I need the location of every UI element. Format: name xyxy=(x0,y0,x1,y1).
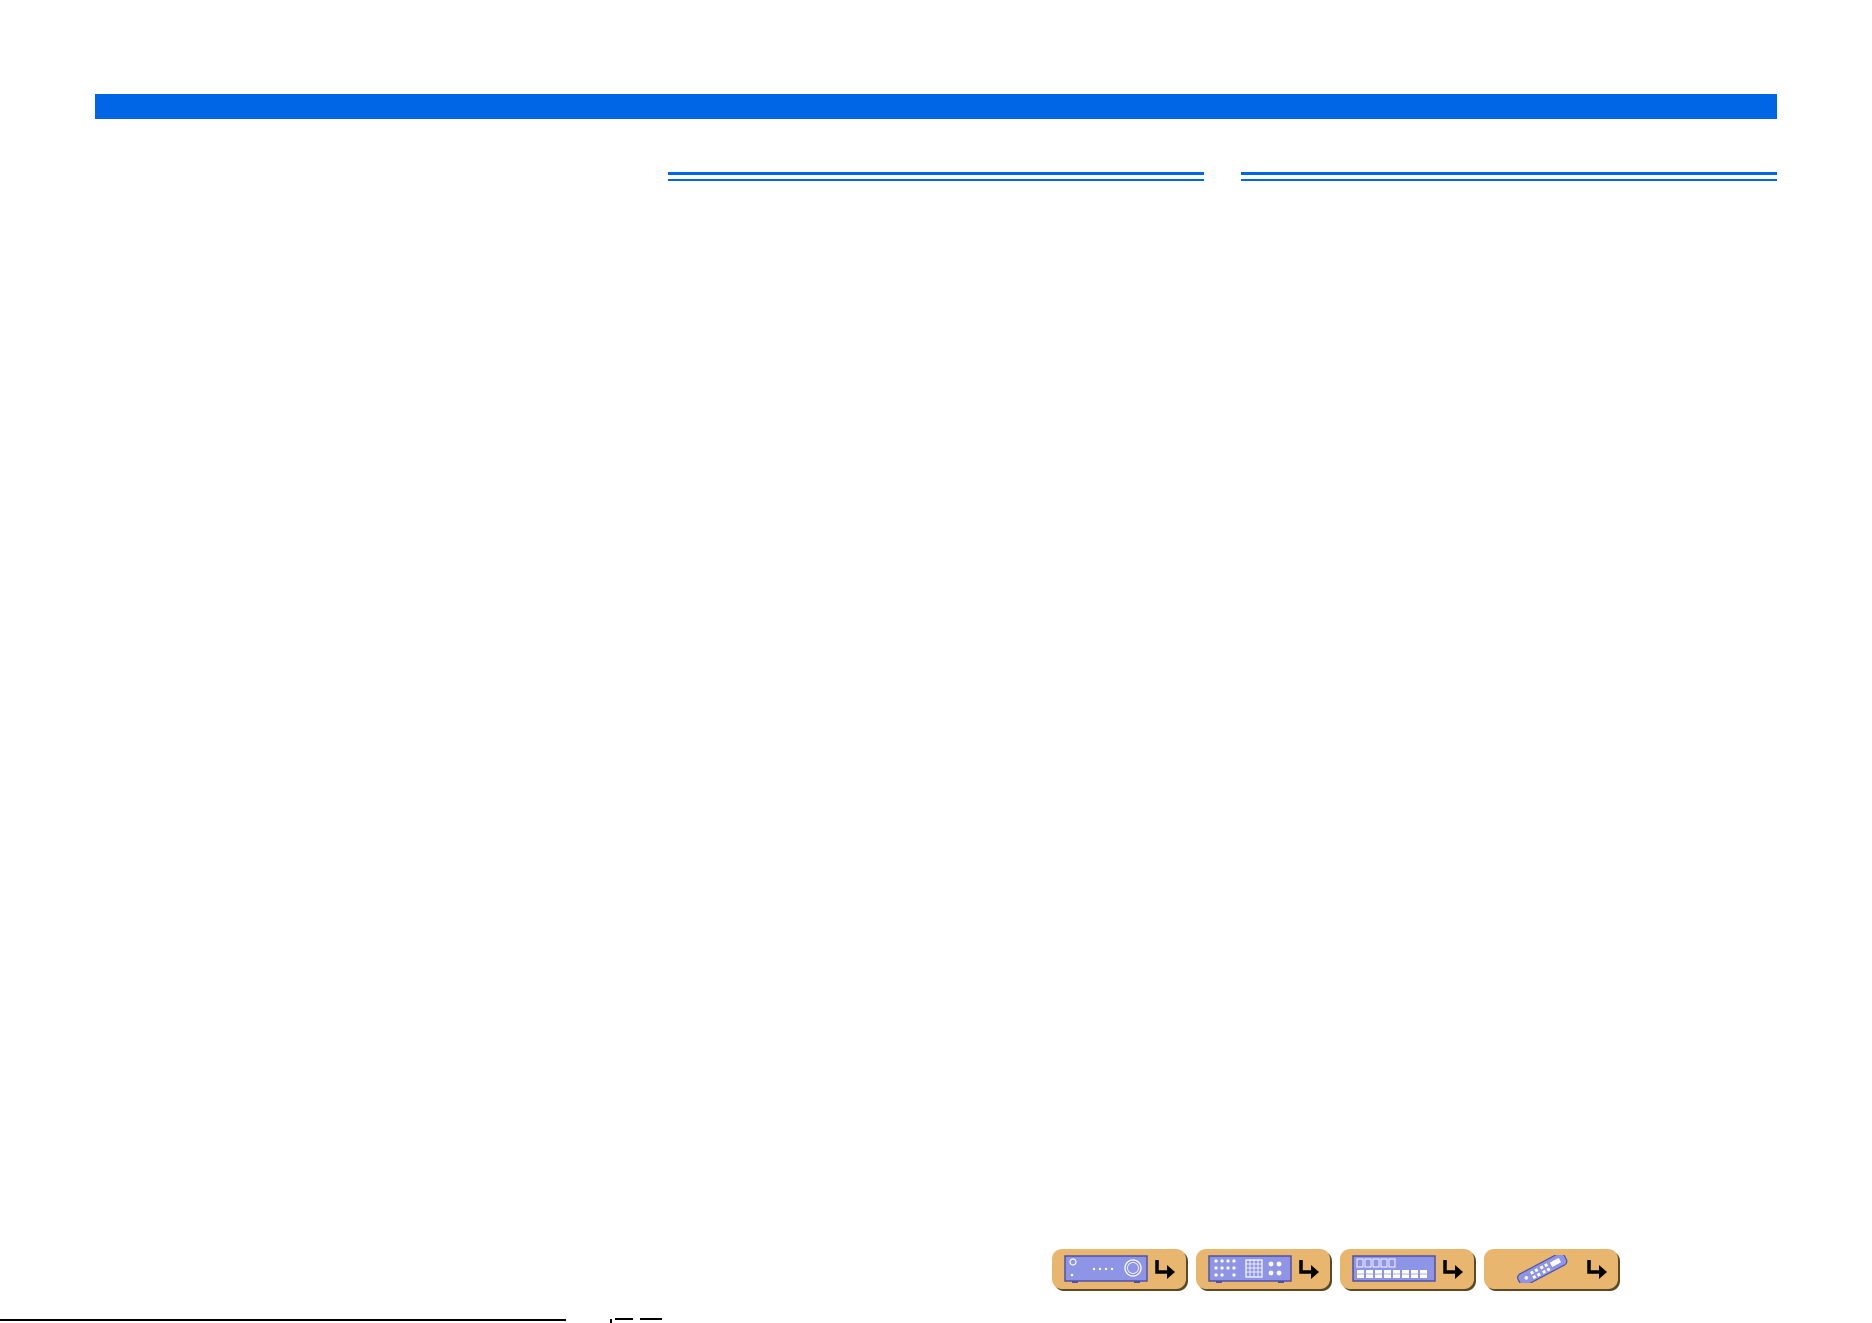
section-rule-right xyxy=(1241,172,1777,182)
header-bar xyxy=(95,94,1777,119)
arrow-icon xyxy=(1443,1260,1463,1279)
front-display-icon xyxy=(1352,1255,1436,1282)
remote-control-button[interactable] xyxy=(1484,1249,1618,1289)
front-display-button[interactable] xyxy=(1340,1249,1474,1289)
arrow-icon xyxy=(1587,1260,1607,1279)
rear-panel-button[interactable] xyxy=(1196,1249,1330,1289)
arrow-icon xyxy=(1299,1260,1319,1279)
front-panel-icon xyxy=(1064,1255,1148,1283)
remote-control-icon xyxy=(1517,1255,1568,1283)
arrow-icon xyxy=(1155,1260,1175,1279)
front-panel-button[interactable] xyxy=(1052,1249,1186,1289)
rear-panel-icon xyxy=(1208,1255,1292,1283)
footer-text-fragment xyxy=(610,1318,662,1323)
page-nav-buttons xyxy=(1052,1249,1618,1291)
footer-rule xyxy=(0,1319,566,1321)
section-rule-left xyxy=(668,172,1204,182)
